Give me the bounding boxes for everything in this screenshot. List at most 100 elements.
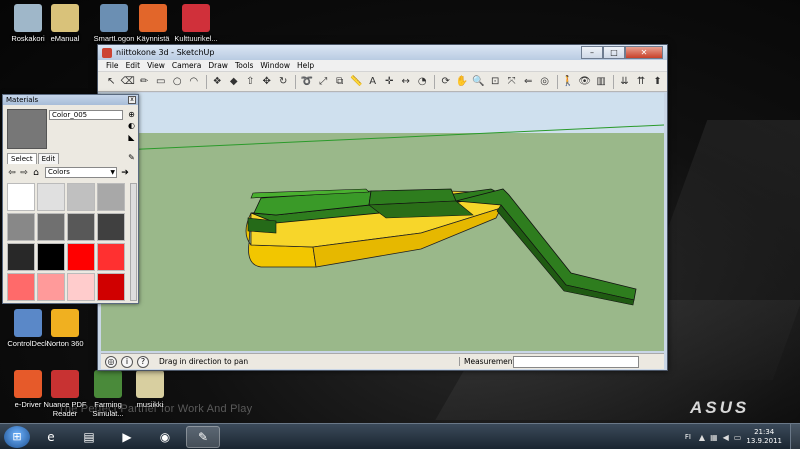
norton-shortcut[interactable]: Norton 360 xyxy=(37,309,93,348)
material-swatch[interactable] xyxy=(97,213,125,241)
tape-measure-icon[interactable]: 📏 xyxy=(349,74,364,89)
menu-camera[interactable]: Camera xyxy=(172,61,201,70)
push-pull-icon[interactable]: ⇧ xyxy=(243,74,258,89)
firefox-taskbar-icon[interactable]: ◉ xyxy=(148,426,182,448)
material-preview xyxy=(7,109,47,149)
get-models-icon[interactable]: ⇊ xyxy=(617,74,632,89)
details-arrow-icon[interactable]: ➔ xyxy=(120,168,130,178)
menu-window[interactable]: Window xyxy=(260,61,290,70)
collection-select[interactable]: Colors ▼ xyxy=(45,167,117,178)
look-around-icon[interactable]: 👁 xyxy=(577,74,592,89)
menu-file[interactable]: File xyxy=(106,61,119,70)
material-swatch[interactable] xyxy=(37,243,65,271)
axes-icon[interactable]: ✛ xyxy=(382,74,397,89)
kulttuurikeli-shortcut[interactable]: Kulttuurikel... xyxy=(168,4,224,43)
material-swatch[interactable] xyxy=(37,183,65,211)
zoom-window-icon[interactable]: ⊡ xyxy=(488,74,503,89)
material-swatch[interactable] xyxy=(67,213,95,241)
walk-icon[interactable]: 🚶 xyxy=(561,74,576,89)
clock[interactable]: 21:34 13.9.2011 xyxy=(746,428,782,446)
default-material-icon[interactable]: ◐ xyxy=(127,121,136,130)
credits-icon[interactable]: i xyxy=(121,355,133,368)
emanual-shortcut[interactable]: eManual xyxy=(37,4,93,43)
material-swatch[interactable] xyxy=(97,243,125,271)
sample-paint-icon[interactable]: ◣ xyxy=(127,133,136,142)
material-swatch[interactable] xyxy=(97,273,125,301)
material-swatch[interactable] xyxy=(37,213,65,241)
eyedropper-icon[interactable]: ✎ xyxy=(127,153,136,162)
language-indicator[interactable]: FI xyxy=(685,433,691,441)
materials-panel[interactable]: Materials x Color_005 ⊕ ◐ ◣ ✎ Select Edi… xyxy=(2,94,139,304)
material-swatch[interactable] xyxy=(67,273,95,301)
zoom-extents-icon[interactable]: ⤧ xyxy=(504,74,519,89)
materials-title-bar[interactable]: Materials x xyxy=(3,95,138,105)
measurements-input[interactable] xyxy=(513,355,639,368)
rotate-icon[interactable]: ↻ xyxy=(276,74,291,89)
sketchup-taskbar-icon[interactable]: ✎ xyxy=(186,425,220,448)
start-button[interactable]: ⊞ xyxy=(4,425,30,448)
follow-me-icon[interactable]: ➰ xyxy=(299,74,314,89)
circle-icon[interactable]: ○ xyxy=(170,74,185,89)
title-bar[interactable]: niittokone 3d - SketchUp – □ ✕ xyxy=(98,45,667,60)
menu-draw[interactable]: Draw xyxy=(208,61,228,70)
eraser-icon[interactable]: ⌫ xyxy=(121,74,136,89)
offset-icon[interactable]: ⧉ xyxy=(332,74,347,89)
show-desktop-button[interactable] xyxy=(790,424,800,449)
musiikki-shortcut[interactable]: musiikki xyxy=(122,370,178,409)
material-swatch[interactable] xyxy=(37,273,65,301)
menu-edit[interactable]: Edit xyxy=(126,61,141,70)
menu-view[interactable]: View xyxy=(147,61,165,70)
scale-icon[interactable]: ⤢ xyxy=(316,74,331,89)
menu-help[interactable]: Help xyxy=(297,61,314,70)
help-icon[interactable]: ? xyxy=(137,355,149,368)
text-icon[interactable]: A xyxy=(365,74,380,89)
move-icon[interactable]: ✥ xyxy=(259,74,274,89)
menu-tools[interactable]: Tools xyxy=(235,61,253,70)
material-name-field[interactable]: Color_005 xyxy=(49,110,123,120)
make-component-icon[interactable]: ❖ xyxy=(210,74,225,89)
section-plane-icon[interactable]: ▥ xyxy=(594,74,609,89)
battery-icon[interactable]: ▭ xyxy=(734,433,742,442)
back-arrow-icon[interactable]: ⇦ xyxy=(7,168,17,178)
materials-close-button[interactable]: x xyxy=(128,96,136,104)
explorer-taskbar-icon[interactable]: ▤ xyxy=(72,426,106,448)
tray-arrow-icon[interactable]: ▲ xyxy=(699,433,705,442)
home-icon[interactable]: ⌂ xyxy=(31,168,41,178)
ie-taskbar-icon[interactable]: e xyxy=(34,426,68,448)
dimension-icon[interactable]: ↔ xyxy=(398,74,413,89)
close-button[interactable]: ✕ xyxy=(625,46,663,59)
material-swatch[interactable] xyxy=(7,213,35,241)
zoom-icon[interactable]: 🔍 xyxy=(471,74,486,89)
material-swatch[interactable] xyxy=(67,243,95,271)
minimize-button[interactable]: – xyxy=(581,46,603,59)
forward-arrow-icon[interactable]: ⇨ xyxy=(19,168,29,178)
sketchup-window[interactable]: niittokone 3d - SketchUp – □ ✕ File Edit… xyxy=(97,44,668,371)
select-icon[interactable]: ↖ xyxy=(104,74,119,89)
maximize-button[interactable]: □ xyxy=(603,46,625,59)
media-player-taskbar-icon[interactable]: ▶ xyxy=(110,426,144,448)
modeling-viewport[interactable] xyxy=(101,93,664,351)
network-icon[interactable]: ▦ xyxy=(710,433,718,442)
material-swatch[interactable] xyxy=(67,183,95,211)
paint-bucket-icon[interactable]: ◆ xyxy=(226,74,241,89)
protractor-icon[interactable]: ◔ xyxy=(415,74,430,89)
geo-location-icon[interactable]: ◎ xyxy=(105,355,117,368)
material-swatch[interactable] xyxy=(97,183,125,211)
swatch-scrollbar[interactable] xyxy=(130,183,137,301)
tab-select[interactable]: Select xyxy=(7,153,37,164)
position-camera-icon[interactable]: ◎ xyxy=(537,74,552,89)
share-component-icon[interactable]: ⬆ xyxy=(650,74,665,89)
volume-icon[interactable]: ◀ xyxy=(723,433,729,442)
arc-icon[interactable]: ◠ xyxy=(187,74,202,89)
material-swatch[interactable] xyxy=(7,273,35,301)
previous-view-icon[interactable]: ⇐ xyxy=(521,74,536,89)
rectangle-icon[interactable]: ▭ xyxy=(154,74,169,89)
pan-icon[interactable]: ✋ xyxy=(455,74,470,89)
material-swatch[interactable] xyxy=(7,243,35,271)
share-model-icon[interactable]: ⇈ xyxy=(634,74,649,89)
pencil-icon[interactable]: ✏ xyxy=(137,74,152,89)
tab-edit[interactable]: Edit xyxy=(37,153,60,164)
orbit-icon[interactable]: ⟳ xyxy=(438,74,453,89)
material-swatch[interactable] xyxy=(7,183,35,211)
create-material-icon[interactable]: ⊕ xyxy=(127,110,136,119)
